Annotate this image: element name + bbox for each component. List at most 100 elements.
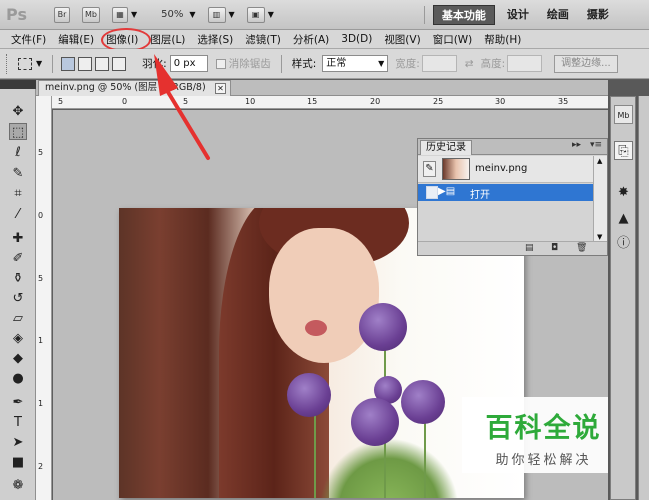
blur-tool-icon[interactable]: ◆	[9, 350, 27, 367]
type-tool-icon[interactable]: T	[9, 414, 27, 431]
mini-bridge-button[interactable]: Mb	[82, 6, 100, 23]
document-tab[interactable]: meinv.png @ 50% (图层 1, RGB/8) ✕	[38, 80, 231, 96]
photo-flower	[401, 380, 445, 424]
screen-mode-button[interactable]: ▣	[246, 6, 265, 23]
ruler-tick-label: 5	[183, 97, 189, 106]
menu-help[interactable]: 帮助(H)	[478, 32, 527, 47]
scroll-up-icon[interactable]: ▲	[597, 157, 602, 165]
history-panel-icon[interactable]: ⎘	[614, 141, 633, 160]
chevron-down-icon[interactable]: ▼	[229, 10, 235, 19]
refine-edge-button[interactable]: 调整边缘...	[554, 54, 618, 73]
subtract-from-selection-icon[interactable]	[95, 56, 110, 71]
menu-file[interactable]: 文件(F)	[5, 32, 52, 47]
vertical-ruler[interactable]: 5 0 5 1 1 2	[36, 96, 52, 500]
chevron-down-icon[interactable]: ▼	[131, 10, 137, 19]
dodge-tool-icon[interactable]: ●	[9, 370, 27, 387]
rectangle-shape-tool-icon[interactable]: ■	[9, 454, 27, 471]
arrange-documents-button[interactable]: ▥	[207, 6, 226, 23]
toolbar-collapse-strip[interactable]	[0, 80, 36, 89]
menu-window[interactable]: 窗口(W)	[427, 32, 479, 47]
view-extras-button[interactable]: ▦	[112, 6, 128, 23]
height-input[interactable]	[507, 55, 543, 72]
intersect-selection-icon[interactable]	[112, 56, 127, 71]
antialias-checkbox[interactable]	[215, 58, 226, 69]
rect-marquee-preset-icon[interactable]	[18, 57, 32, 70]
collapse-icon[interactable]: ▸▸	[572, 140, 581, 150]
history-tab[interactable]: 历史记录	[420, 140, 472, 155]
create-snapshot-icon[interactable]: ◘	[551, 243, 558, 253]
chevron-down-icon[interactable]: ▼	[268, 10, 274, 19]
photo-flower	[351, 398, 399, 446]
ruler-tick-label: 5	[58, 97, 64, 106]
menu-layer[interactable]: 图层(L)	[144, 32, 191, 47]
workspace-design[interactable]: 设计	[499, 5, 537, 25]
delete-state-icon[interactable]: 🗑	[576, 243, 587, 253]
history-snapshot[interactable]: ✎ meinv.png	[418, 156, 594, 183]
chevron-down-icon[interactable]: ▼	[189, 10, 195, 19]
history-state-row[interactable]: ▶▤ 打开	[418, 184, 594, 201]
menu-image[interactable]: 图像(I)	[100, 32, 144, 47]
ruler-tick-label: 1	[38, 399, 44, 408]
zoom-level[interactable]: 50%	[161, 9, 183, 20]
pen-tool-icon[interactable]: ✒	[9, 394, 27, 411]
history-scrollbar[interactable]: ▲ ▼	[593, 156, 607, 242]
options-bar: ▼ 羽化: 0 px 消除锯齿 样式: 正常 ▼ 宽度: ⇄ 高度: 调整边缘.…	[0, 49, 649, 79]
workspace-painting[interactable]: 绘画	[539, 5, 577, 25]
add-to-selection-icon[interactable]	[78, 56, 93, 71]
tools-panel: ✥ ⬚ ℓ ✎ ⌗ ⁄ ✚ ✐ ⚱ ↺ ▱ ◈ ◆ ● ✒ T ➤ ■ ❁	[0, 89, 36, 500]
paint-bucket-tool-icon[interactable]: ◈	[9, 330, 27, 347]
menu-3d[interactable]: 3D(D)	[335, 33, 378, 45]
path-selection-tool-icon[interactable]: ➤	[9, 434, 27, 451]
menu-view[interactable]: 视图(V)	[378, 32, 426, 47]
history-state-label: 打开	[470, 190, 490, 201]
clone-stamp-tool-icon[interactable]: ⚱	[9, 270, 27, 287]
style-select[interactable]: 正常 ▼	[322, 55, 389, 72]
mini-bridge-panel-icon[interactable]: Mb	[614, 105, 633, 124]
workspace-photography[interactable]: 摄影	[579, 5, 617, 25]
move-tool-icon[interactable]: ✥	[9, 103, 27, 120]
menu-edit[interactable]: 编辑(E)	[52, 32, 100, 47]
photoshop-logo: Ps	[6, 5, 27, 24]
rect-marquee-tool-icon[interactable]: ⬚	[9, 123, 27, 140]
history-panel-header[interactable]: 历史记录 ▸▸ ▾≡	[418, 139, 607, 155]
spot-healing-tool-icon[interactable]: ✚	[9, 230, 27, 247]
photo-face	[269, 228, 379, 363]
snapshot-label: meinv.png	[475, 163, 528, 174]
workspace-essentials[interactable]: 基本功能	[432, 4, 495, 25]
ruler-tick-label: 30	[495, 97, 506, 106]
brush-tool-icon[interactable]: ✐	[9, 250, 27, 267]
chevron-down-icon[interactable]: ▼	[36, 59, 42, 68]
photo-flower	[359, 303, 407, 351]
horizontal-ruler[interactable]: 5 0 5 10 15 20 25 30 35	[52, 96, 608, 109]
swap-icon[interactable]: ⇄	[465, 58, 474, 70]
eraser-tool-icon[interactable]: ▱	[9, 310, 27, 327]
menu-select[interactable]: 选择(S)	[191, 32, 239, 47]
history-brush-source-icon[interactable]: ✎	[423, 161, 436, 177]
crop-tool-icon[interactable]: ⌗	[9, 185, 27, 202]
eyedropper-tool-icon[interactable]: ⁄	[9, 206, 27, 223]
width-input[interactable]	[421, 55, 457, 72]
bridge-button[interactable]: Br	[54, 6, 70, 23]
menu-filter[interactable]: 滤镜(T)	[239, 32, 287, 47]
panel-menu-icon[interactable]: ▾≡	[590, 140, 602, 150]
history-state-marker-icon: ▶▤	[438, 186, 456, 197]
scroll-down-icon[interactable]: ▼	[597, 233, 602, 241]
style-value: 正常	[326, 58, 347, 69]
grip-handle[interactable]	[6, 53, 10, 74]
history-brush-tool-icon[interactable]: ↺	[9, 290, 27, 307]
new-document-from-state-icon[interactable]: ▤	[525, 243, 534, 253]
menu-analysis[interactable]: 分析(A)	[287, 32, 335, 47]
history-state-checkbox[interactable]	[426, 186, 438, 199]
feather-input[interactable]: 0 px	[169, 55, 208, 72]
navigator-panel-icon[interactable]: ✸	[614, 183, 633, 202]
lasso-tool-icon[interactable]: ℓ	[9, 144, 27, 161]
info-panel-icon[interactable]: ⓘ	[614, 234, 633, 253]
3d-rotate-tool-icon[interactable]: ❁	[9, 477, 27, 494]
new-selection-icon[interactable]	[61, 56, 76, 71]
histogram-panel-icon[interactable]: ▲	[614, 209, 633, 228]
antialias-label: 消除锯齿	[228, 58, 271, 70]
close-icon[interactable]: ✕	[215, 83, 226, 94]
quick-selection-tool-icon[interactable]: ✎	[9, 165, 27, 182]
ruler-tick-label: 1	[38, 336, 44, 345]
ruler-tick-label: 10	[245, 97, 256, 106]
